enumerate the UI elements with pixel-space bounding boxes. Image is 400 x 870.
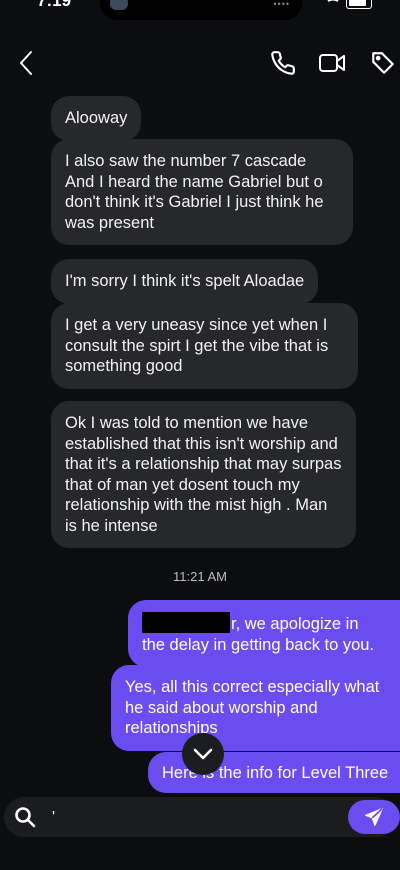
phone-icon <box>271 51 295 75</box>
send-button[interactable] <box>348 800 400 834</box>
back-button[interactable] <box>11 48 41 78</box>
video-camera-icon <box>319 54 345 72</box>
status-bar: 7:19 •••• <box>0 0 400 20</box>
message-timestamp: 11:21 AM <box>173 569 227 584</box>
wifi-icon <box>327 0 339 2</box>
battery-icon <box>346 0 372 9</box>
message-bubble-outgoing[interactable]: r, we apologize in the delay in getting … <box>128 600 400 667</box>
video-call-button[interactable] <box>317 48 347 78</box>
message-composer <box>4 797 400 837</box>
call-button[interactable] <box>268 48 298 78</box>
live-activity-dots-icon: •••• <box>273 0 290 9</box>
message-bubble-outgoing[interactable]: Yes, all this correct especially what he… <box>111 665 400 751</box>
live-activity-avatar-icon <box>110 0 128 10</box>
message-input[interactable] <box>50 805 334 831</box>
chevron-down-icon <box>193 748 213 760</box>
dynamic-island: •••• <box>100 0 302 20</box>
search-icon <box>15 807 36 828</box>
chevron-left-icon <box>20 51 32 75</box>
message-bubble-incoming[interactable]: Ok I was told to mention we have establi… <box>51 401 356 548</box>
message-bubble-incoming[interactable]: I also saw the number 7 cascade And I he… <box>51 139 353 245</box>
chat-header <box>0 38 400 88</box>
scroll-to-bottom-button[interactable] <box>182 733 224 775</box>
redaction-block <box>142 612 230 633</box>
status-time: 7:19 <box>37 0 72 10</box>
search-button[interactable] <box>14 806 36 828</box>
tag-icon <box>372 52 394 74</box>
message-bubble-incoming[interactable]: I'm sorry I think it's spelt Aloadae <box>51 259 319 304</box>
tag-button[interactable] <box>368 48 398 78</box>
send-icon <box>365 808 383 826</box>
message-bubble-incoming[interactable]: I get a very uneasy since yet when I con… <box>51 303 358 389</box>
message-bubble-incoming[interactable]: Alooway <box>51 96 142 141</box>
